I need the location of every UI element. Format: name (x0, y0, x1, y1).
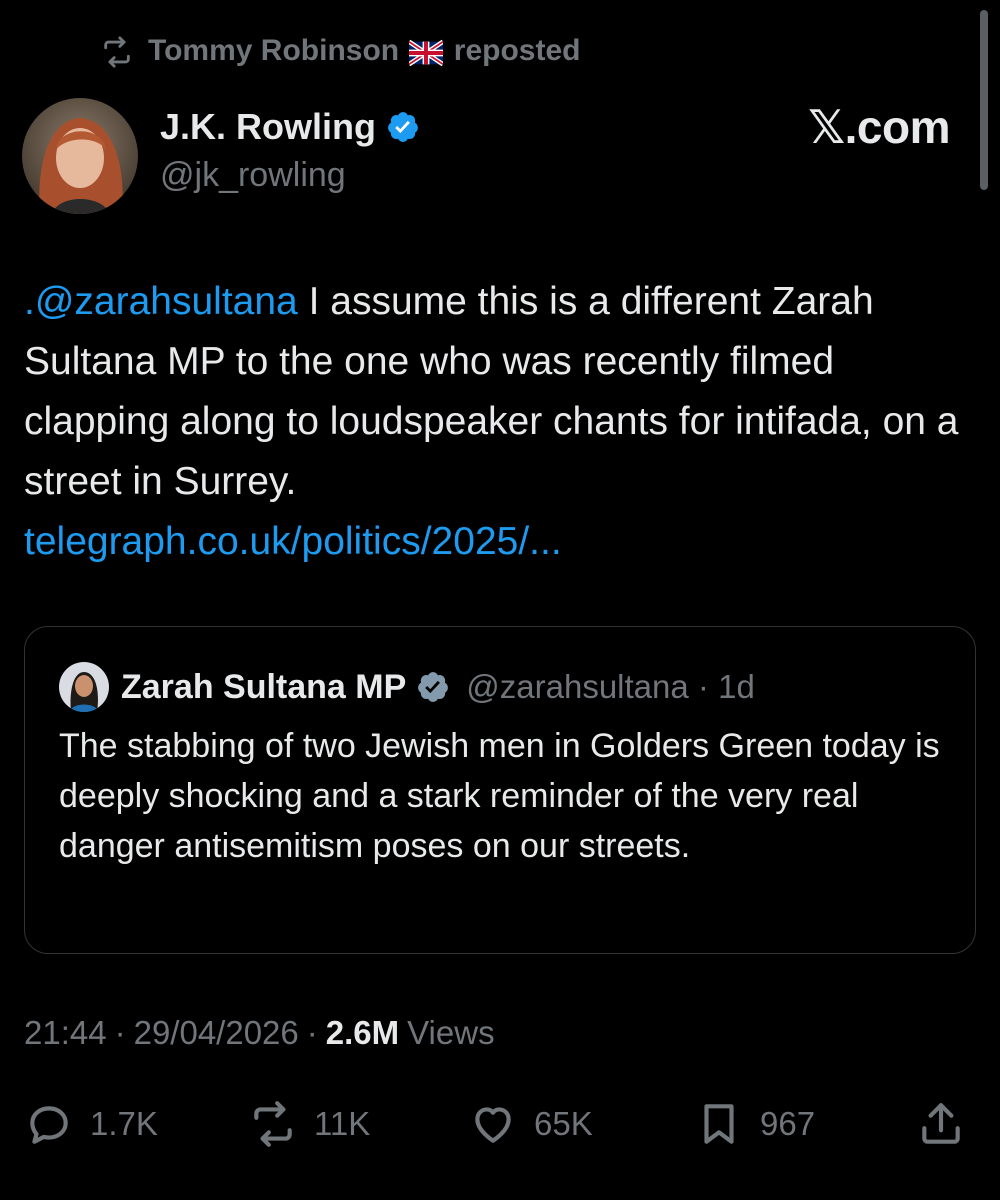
author-name[interactable]: J.K. Rowling (160, 106, 376, 148)
tweet-time[interactable]: 21:44 (24, 1014, 107, 1052)
quote-author-handle[interactable]: @zarahsultana (466, 668, 688, 705)
views-label: Views (407, 1014, 495, 1051)
tweet-meta: 21:44 · 29/04/2026 · 2.6M Views (24, 1014, 495, 1052)
author-avatar[interactable] (22, 98, 138, 214)
like-count: 65K (534, 1105, 593, 1142)
tweet-date[interactable]: 29/04/2026 (134, 1014, 299, 1052)
like-icon (475, 1107, 511, 1143)
bookmark-button[interactable]: 967 (694, 1096, 815, 1152)
repost-count: 11K (314, 1105, 371, 1142)
reply-button[interactable]: 1.7K (24, 1096, 158, 1152)
repost-icon (254, 1101, 292, 1147)
bookmark-icon (704, 1104, 734, 1144)
repost-icon (104, 36, 130, 68)
uk-flag-icon (409, 39, 444, 66)
verified-icon (418, 672, 449, 702)
repost-user[interactable]: Tommy Robinson (148, 34, 399, 67)
like-button[interactable]: 65K (468, 1096, 593, 1152)
quoted-tweet[interactable]: Zarah Sultana MP @zarahsultana · 1d The … (24, 626, 976, 954)
separator: · (114, 1014, 126, 1051)
quote-age[interactable]: 1d (718, 668, 755, 705)
share-icon (922, 1103, 960, 1144)
verified-icon (388, 112, 418, 142)
mention-link[interactable]: .@zarahsultana (24, 280, 298, 323)
article-link[interactable]: telegraph.co.uk/politics/2025/... (24, 520, 562, 563)
quote-author-name[interactable]: Zarah Sultana MP (121, 668, 406, 707)
views-count: 2.6M (325, 1014, 400, 1051)
separator: · (697, 668, 709, 705)
tweet-body: .@zarahsultana I assume this is a differ… (24, 272, 984, 572)
action-bar: 1.7K 11K 65K 967 (24, 1096, 974, 1152)
repost-header[interactable]: Tommy Robinson reposted (100, 30, 581, 74)
reply-count: 1.7K (90, 1105, 158, 1142)
author-info: J.K. Rowling @jk_rowling (160, 104, 420, 195)
share-button[interactable] (916, 1096, 966, 1152)
quote-avatar[interactable] (59, 662, 109, 712)
reply-icon (30, 1106, 68, 1144)
repost-button[interactable]: 11K (248, 1096, 370, 1152)
quote-text: The stabbing of two Jewish men in Golder… (59, 727, 940, 865)
scrollbar[interactable] (980, 10, 988, 190)
author-handle[interactable]: @jk_rowling (160, 156, 420, 195)
bookmark-count: 967 (760, 1105, 816, 1142)
repost-label: reposted (453, 34, 581, 68)
x-brand-logo: 𝕏.com (808, 101, 950, 153)
separator: · (306, 1014, 318, 1051)
